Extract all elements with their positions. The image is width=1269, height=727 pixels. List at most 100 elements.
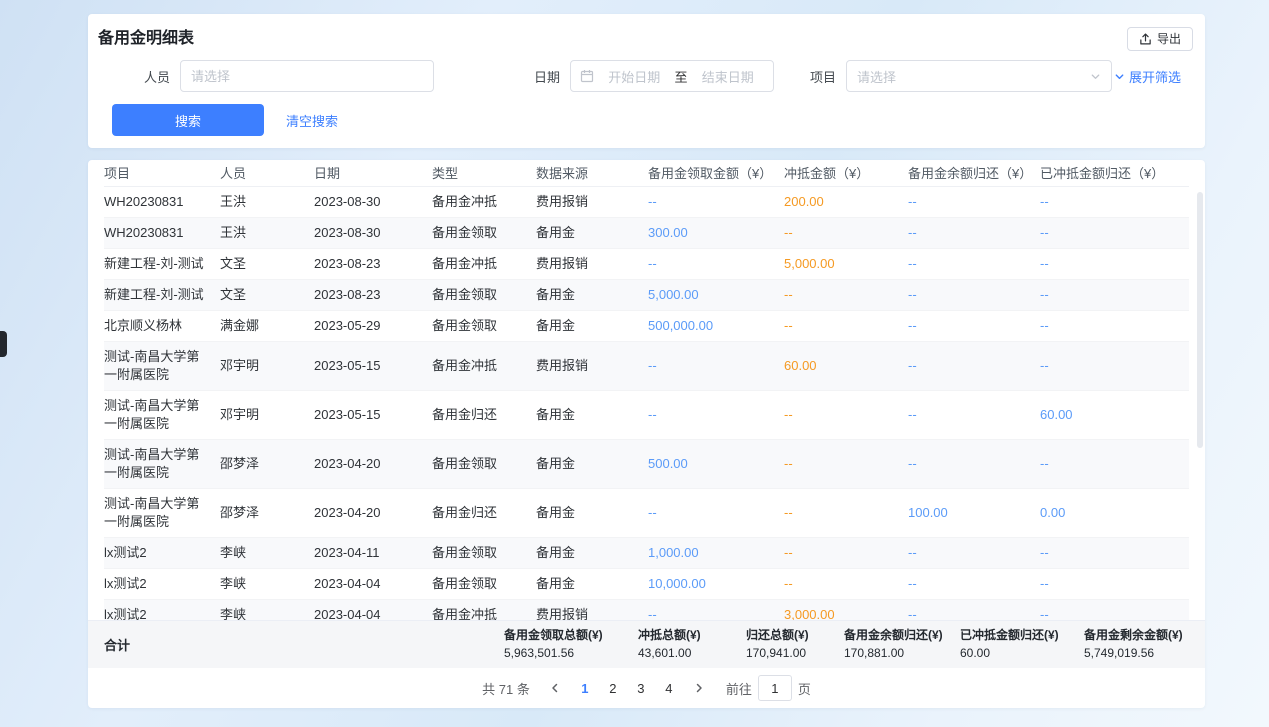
cell-offset: --: [784, 537, 908, 568]
project-filter-placeholder: 请选择: [857, 67, 1090, 86]
chevron-left-icon: [549, 682, 561, 694]
table-card: 项目 人员 日期 类型 数据来源 备用金领取金额（¥） 冲抵金额（¥） 备用金余…: [88, 160, 1205, 708]
clear-search-link[interactable]: 清空搜索: [286, 111, 338, 130]
cell-source: 备用金: [536, 279, 648, 310]
cell-source: 费用报销: [536, 341, 648, 390]
project-filter-select[interactable]: 请选择: [846, 60, 1112, 92]
page-button[interactable]: 2: [600, 675, 626, 701]
col-header-person: 人员: [220, 160, 314, 186]
cell-date: 2023-08-23: [314, 279, 432, 310]
cell-withdraw: 5,000.00: [648, 279, 784, 310]
table-row[interactable]: 测试-南昌大学第一附属医院邓宇明2023-05-15备用金冲抵费用报销--60.…: [104, 341, 1189, 390]
cell-offset: --: [784, 390, 908, 439]
cell-offset: --: [784, 488, 908, 537]
table-row[interactable]: 新建工程-刘-测试文圣2023-08-23备用金冲抵费用报销--5,000.00…: [104, 248, 1189, 279]
table-header-row: 项目 人员 日期 类型 数据来源 备用金领取金额（¥） 冲抵金额（¥） 备用金余…: [104, 160, 1189, 186]
export-button[interactable]: 导出: [1127, 27, 1193, 51]
summary-row: 合计 备用金领取总额(¥)5,963,501.56冲抵总额(¥)43,601.0…: [88, 620, 1205, 668]
summary-total-label: 合计: [104, 635, 504, 654]
cell-project: lx测试2: [104, 568, 220, 599]
cell-type: 备用金领取: [432, 537, 536, 568]
cell-offset_return: --: [1040, 279, 1189, 310]
cell-offset_return: --: [1040, 248, 1189, 279]
table-row[interactable]: WH20230831王洪2023-08-30备用金领取备用金300.00----…: [104, 217, 1189, 248]
cell-source: 备用金: [536, 537, 648, 568]
cell-withdraw: --: [648, 390, 784, 439]
cell-balance_return: --: [908, 217, 1040, 248]
page-button[interactable]: 3: [628, 675, 654, 701]
filter-actions: 搜索 清空搜索: [88, 92, 1205, 136]
cell-date: 2023-08-30: [314, 217, 432, 248]
table-row[interactable]: WH20230831王洪2023-08-30备用金冲抵费用报销--200.00-…: [104, 186, 1189, 217]
col-header-offset-return: 已冲抵金额归还（¥）: [1040, 160, 1189, 186]
cell-withdraw: 300.00: [648, 217, 784, 248]
table-row[interactable]: lx测试2李峡2023-04-11备用金领取备用金1,000.00------: [104, 537, 1189, 568]
cell-person: 李峡: [220, 537, 314, 568]
cell-balance_return: --: [908, 537, 1040, 568]
table-row[interactable]: lx测试2李峡2023-04-04备用金冲抵费用报销--3,000.00----: [104, 599, 1189, 620]
expand-filters-label: 展开筛选: [1129, 67, 1181, 86]
cell-type: 备用金冲抵: [432, 599, 536, 620]
prev-page-button[interactable]: [544, 680, 566, 696]
title-row: 备用金明细表 导出: [88, 14, 1205, 60]
cell-source: 备用金: [536, 217, 648, 248]
page-button[interactable]: 1: [572, 675, 598, 701]
date-range-input[interactable]: 开始日期 至 结束日期: [570, 60, 774, 92]
person-filter: 人员: [112, 60, 434, 92]
goto-page-input[interactable]: [758, 675, 792, 701]
cell-type: 备用金冲抵: [432, 186, 536, 217]
table-row[interactable]: 北京顺义杨林满金娜2023-05-29备用金领取备用金500,000.00---…: [104, 310, 1189, 341]
drawer-toggle[interactable]: [0, 331, 7, 357]
expand-filters-link[interactable]: 展开筛选: [1114, 67, 1181, 86]
table-row[interactable]: 测试-南昌大学第一附属医院邓宇明2023-05-15备用金归还备用金------…: [104, 390, 1189, 439]
cell-balance_return: --: [908, 279, 1040, 310]
header-card: 备用金明细表 导出 人员 日期 开始日期 至 结束日期 项目: [88, 14, 1205, 148]
cell-withdraw: --: [648, 341, 784, 390]
cell-balance_return: --: [908, 439, 1040, 488]
cell-offset_return: --: [1040, 537, 1189, 568]
cell-offset: 3,000.00: [784, 599, 908, 620]
table-scrollbar[interactable]: [1197, 192, 1203, 448]
page-title: 备用金明细表: [98, 28, 194, 50]
cell-type: 备用金领取: [432, 439, 536, 488]
cell-balance_return: --: [908, 568, 1040, 599]
page-button[interactable]: 4: [656, 675, 682, 701]
cell-source: 费用报销: [536, 186, 648, 217]
cell-source: 备用金: [536, 568, 648, 599]
cell-withdraw: --: [648, 599, 784, 620]
col-header-source: 数据来源: [536, 160, 648, 186]
cell-offset_return: --: [1040, 599, 1189, 620]
cell-offset_return: --: [1040, 310, 1189, 341]
table-row[interactable]: 新建工程-刘-测试文圣2023-08-23备用金领取备用金5,000.00---…: [104, 279, 1189, 310]
col-header-date: 日期: [314, 160, 432, 186]
cell-source: 备用金: [536, 488, 648, 537]
next-page-button[interactable]: [688, 680, 710, 696]
person-filter-input[interactable]: [180, 60, 434, 92]
cell-date: 2023-04-20: [314, 439, 432, 488]
cell-project: 新建工程-刘-测试: [104, 279, 220, 310]
cell-person: 邓宇明: [220, 341, 314, 390]
table-row[interactable]: 测试-南昌大学第一附属医院邵梦泽2023-04-20备用金领取备用金500.00…: [104, 439, 1189, 488]
cell-project: 新建工程-刘-测试: [104, 248, 220, 279]
cell-withdraw: 500.00: [648, 439, 784, 488]
goto-page: 前往 页: [726, 675, 811, 701]
cell-date: 2023-04-04: [314, 599, 432, 620]
cell-project: 测试-南昌大学第一附属医院: [104, 488, 220, 537]
table-row[interactable]: lx测试2李峡2023-04-04备用金领取备用金10,000.00------: [104, 568, 1189, 599]
table-viewport: 项目 人员 日期 类型 数据来源 备用金领取金额（¥） 冲抵金额（¥） 备用金余…: [88, 160, 1205, 620]
cell-withdraw: --: [648, 248, 784, 279]
cell-offset: --: [784, 217, 908, 248]
date-end-placeholder: 结束日期: [692, 67, 765, 86]
search-button[interactable]: 搜索: [112, 104, 264, 136]
cell-project: WH20230831: [104, 217, 220, 248]
summary-item: 备用金剩余金额(¥)5,749,019.56: [1084, 628, 1189, 661]
export-icon: [1139, 33, 1152, 46]
cell-project: 测试-南昌大学第一附属医院: [104, 390, 220, 439]
cell-person: 文圣: [220, 248, 314, 279]
cell-offset: --: [784, 568, 908, 599]
cell-withdraw: --: [648, 186, 784, 217]
cell-offset: 200.00: [784, 186, 908, 217]
cell-offset_return: --: [1040, 568, 1189, 599]
table-row[interactable]: 测试-南昌大学第一附属医院邵梦泽2023-04-20备用金归还备用金----10…: [104, 488, 1189, 537]
cell-type: 备用金归还: [432, 390, 536, 439]
